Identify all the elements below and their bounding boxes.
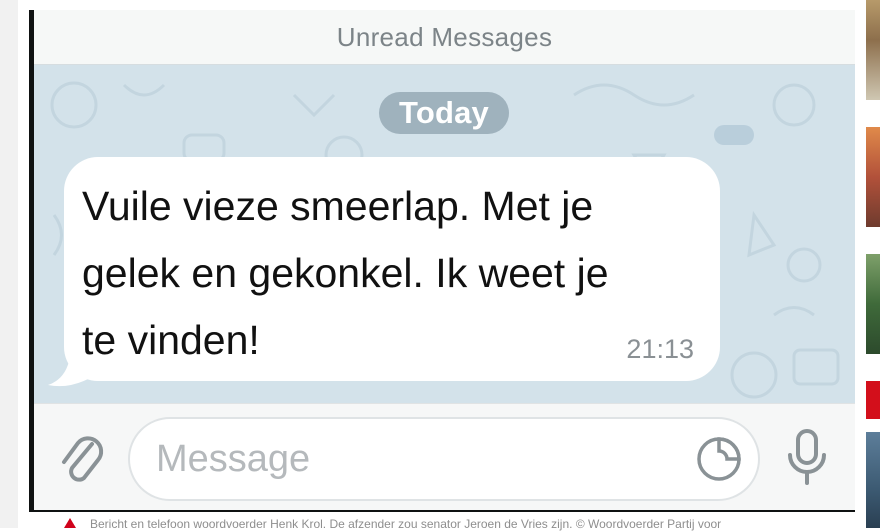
message-input-placeholder: Message: [156, 438, 311, 480]
date-separator-label: Today: [399, 95, 489, 130]
thumbnail-badge[interactable]: [866, 381, 880, 419]
thumbnail-image[interactable]: [866, 432, 880, 528]
paperclip-icon[interactable]: [54, 428, 108, 488]
incoming-message-bubble[interactable]: Vuile vieze smeerlap. Met je gelek en ge…: [64, 157, 720, 381]
image-caption: Bericht en telefoon woordvoerder Henk Kr…: [90, 517, 722, 531]
thumbnail-image[interactable]: [866, 127, 880, 227]
warning-triangle-icon: [64, 518, 76, 528]
unread-messages-banner: Unread Messages: [34, 10, 855, 65]
page-left-rail: [0, 0, 18, 528]
thumbnail-image[interactable]: [866, 0, 880, 100]
screenshot-frame: Unread Messages Today Vuile vieze smeerl…: [29, 10, 855, 512]
chat-area[interactable]: Today Vuile vieze smeerlap. Met je gelek…: [34, 65, 855, 403]
message-text: Vuile vieze smeerlap. Met je gelek en ge…: [82, 183, 609, 363]
unread-messages-label: Unread Messages: [336, 21, 553, 52]
chat-screen: Unread Messages Today Vuile vieze smeerl…: [34, 10, 855, 510]
related-thumbnails-strip: [866, 0, 880, 528]
date-separator-chip: Today: [379, 92, 509, 134]
sticker-icon[interactable]: [696, 436, 742, 482]
message-timestamp: 21:13: [626, 334, 694, 364]
message-composer: Message: [34, 403, 855, 510]
message-input[interactable]: Message: [128, 417, 760, 501]
microphone-icon[interactable]: [782, 424, 832, 490]
thumbnail-image[interactable]: [866, 254, 880, 354]
